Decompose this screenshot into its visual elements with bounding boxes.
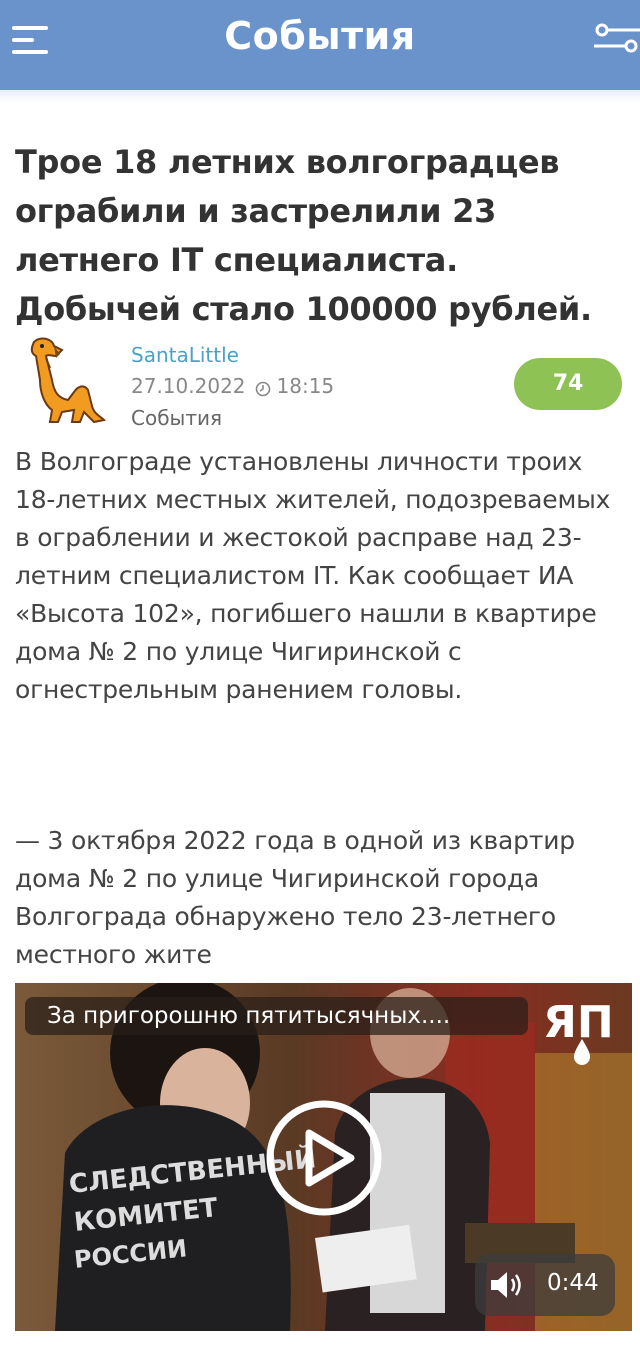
- article-title: Трое 18 летних волгоградцев ограбили и з…: [15, 143, 592, 328]
- video-controls: 0:44: [475, 1254, 615, 1316]
- play-icon: [266, 1100, 382, 1216]
- channel-logo: ЯП: [543, 995, 621, 1065]
- post-time: 18:15: [276, 374, 335, 398]
- channel-logo-text: ЯП: [543, 997, 614, 1048]
- video-duration: 0:44: [547, 1270, 599, 1296]
- article-paragraph-2: — 3 октября 2022 года в одной из квартир…: [15, 826, 575, 969]
- clock-icon: [255, 378, 271, 397]
- filter-sliders-icon[interactable]: [594, 22, 640, 56]
- page-title: События: [224, 14, 416, 58]
- post-datetime: 27.10.2022 18:15: [131, 374, 334, 398]
- article-paragraph-1: В Волгограде установлены личности троих …: [15, 447, 611, 704]
- header-shadow: [0, 90, 640, 104]
- play-button[interactable]: [265, 1099, 383, 1217]
- video-player[interactable]: СЛЕДСТВЕННЫЙ КОМИТЕТ РОССИИ За пригорошн…: [15, 983, 632, 1331]
- author-name-link[interactable]: SantaLittle: [131, 343, 239, 367]
- author-avatar[interactable]: [18, 334, 110, 426]
- video-title: За пригорошню пятитысячных....: [25, 997, 528, 1035]
- rating-badge[interactable]: 74: [514, 358, 622, 410]
- volume-icon[interactable]: [489, 1270, 529, 1300]
- post-category-link[interactable]: События: [131, 406, 222, 430]
- post-date: 27.10.2022: [131, 374, 246, 398]
- top-app-bar: События: [0, 0, 640, 90]
